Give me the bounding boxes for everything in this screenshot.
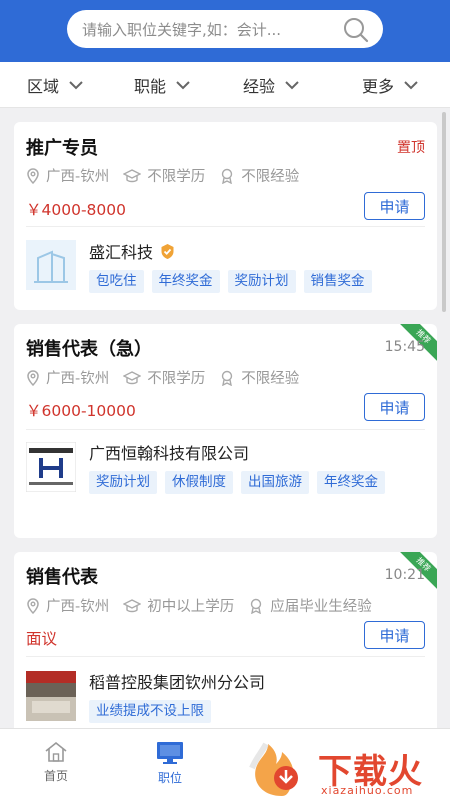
meta-experience: 不限经验 [219, 367, 299, 388]
salary: ￥4000-8000 [26, 201, 126, 219]
job-card[interactable]: 推荐 销售代表 10:21 广西-钦州 初中以上学历 应届毕业生经验 面议 申请… [14, 552, 437, 728]
tab-label: 首页 [43, 769, 68, 783]
company-name-text: 广西恒翰科技有限公司 [89, 444, 250, 463]
location-pin-icon [27, 597, 39, 614]
education-text: 不限学历 [147, 169, 206, 185]
graduation-cap-icon [123, 370, 142, 384]
experience-text: 不限经验 [241, 371, 300, 387]
home-icon [45, 741, 67, 762]
job-card[interactable]: 推荐 销售代表（急） 15:45 广西-钦州 不限学历 不限经验 ￥6000-1… [14, 324, 437, 538]
salary: 面议 [26, 630, 58, 648]
benefit-tag: 休假制度 [165, 471, 233, 494]
education-text: 初中以上学历 [147, 599, 235, 615]
company-logo[interactable] [26, 671, 76, 721]
company-name[interactable]: 广西恒翰科技有限公司 [89, 440, 249, 464]
verified-badge-icon [161, 243, 174, 259]
monitor-icon [157, 742, 183, 764]
company-logo[interactable] [26, 442, 76, 492]
divider [26, 226, 425, 227]
benefit-tags: 奖励计划 休假制度 出国旅游 年终奖金 [89, 471, 419, 494]
experience-text: 应届毕业生经验 [270, 599, 372, 615]
pinned-badge: 置顶 [397, 140, 425, 156]
post-time: 15:45 [384, 339, 425, 355]
filter-bar: 区域 职能 经验 更多 [0, 62, 450, 108]
medal-icon [222, 168, 233, 184]
salary: ￥6000-10000 [26, 402, 136, 420]
medal-icon [222, 370, 233, 386]
location-pin-icon [27, 369, 39, 386]
benefit-tag: 奖励计划 [89, 471, 157, 494]
meta-education: 不限学历 [123, 165, 205, 186]
benefit-tag: 奖励计划 [227, 270, 296, 293]
filter-label: 区域 [27, 77, 60, 96]
job-title: 销售代表（急） [26, 339, 152, 360]
meta-location: 广西-钦州 [26, 595, 109, 616]
chevron-down-icon [69, 80, 83, 89]
meta-experience: 应届毕业生经验 [248, 595, 372, 616]
filter-region[interactable]: 区域 [27, 62, 83, 108]
meta-location: 广西-钦州 [26, 367, 109, 388]
search-icon[interactable] [343, 17, 369, 43]
watermark-subtext: xiazaihuo.com [321, 784, 414, 797]
scrollbar[interactable] [442, 112, 446, 312]
benefit-tag: 业绩提成不设上限 [89, 700, 211, 723]
education-text: 不限学历 [147, 371, 206, 387]
job-title: 推广专员 [26, 138, 98, 159]
location-text: 广西-钦州 [46, 169, 110, 185]
location-text: 广西-钦州 [46, 599, 110, 615]
post-time: 10:21 [384, 567, 425, 583]
benefit-tag: 出国旅游 [241, 471, 309, 494]
search-input[interactable] [82, 19, 332, 41]
meta-location: 广西-钦州 [26, 165, 109, 186]
tab-home[interactable]: 首页 [16, 729, 96, 800]
divider [26, 656, 425, 657]
tab-label: 职位 [157, 771, 182, 785]
graduation-cap-icon [123, 168, 142, 182]
filter-experience[interactable]: 经验 [243, 62, 299, 108]
company-name-text: 稻普控股集团钦州分公司 [89, 673, 266, 692]
divider [26, 429, 425, 430]
chevron-down-icon [285, 80, 299, 89]
tab-jobs[interactable]: 职位 [130, 729, 210, 800]
job-meta: 广西-钦州 不限学历 不限经验 [26, 165, 313, 186]
benefit-tag: 包吃住 [89, 270, 144, 293]
company-name-text: 盛汇科技 [89, 243, 154, 262]
top-header [0, 0, 450, 62]
chevron-down-icon [404, 80, 418, 89]
company-name[interactable]: 盛汇科技 [89, 239, 176, 263]
filter-function[interactable]: 职能 [134, 62, 190, 108]
benefit-tag: 年终奖金 [151, 270, 220, 293]
filter-more[interactable]: 更多 [362, 62, 418, 108]
benefit-tag: 年终奖金 [317, 471, 385, 494]
meta-education: 初中以上学历 [123, 595, 234, 616]
location-pin-icon [27, 167, 39, 184]
filter-label: 职能 [134, 77, 167, 96]
benefit-tags: 包吃住 年终奖金 奖励计划 销售奖金 [89, 270, 419, 293]
job-meta: 广西-钦州 初中以上学历 应届毕业生经验 [26, 595, 386, 616]
company-name[interactable]: 稻普控股集团钦州分公司 [89, 669, 265, 693]
benefit-tags: 业绩提成不设上限 [89, 700, 419, 723]
apply-button[interactable]: 申请 [364, 192, 425, 220]
job-title: 销售代表 [26, 567, 98, 588]
location-text: 广西-钦州 [46, 371, 110, 387]
medal-icon [251, 598, 262, 614]
company-logo[interactable] [26, 240, 76, 290]
chevron-down-icon [176, 80, 190, 89]
search-box[interactable] [67, 10, 383, 48]
apply-button[interactable]: 申请 [364, 621, 425, 649]
meta-experience: 不限经验 [219, 165, 299, 186]
experience-text: 不限经验 [241, 169, 300, 185]
meta-education: 不限学历 [123, 367, 205, 388]
graduation-cap-icon [123, 598, 142, 612]
apply-button[interactable]: 申请 [364, 393, 425, 421]
filter-label: 更多 [362, 77, 395, 96]
job-card[interactable]: 推广专员 置顶 广西-钦州 不限学历 不限经验 ￥4000-8000 申请 盛汇… [14, 122, 437, 310]
benefit-tag: 销售奖金 [303, 270, 372, 293]
job-meta: 广西-钦州 不限学历 不限经验 [26, 367, 313, 388]
filter-label: 经验 [243, 77, 276, 96]
